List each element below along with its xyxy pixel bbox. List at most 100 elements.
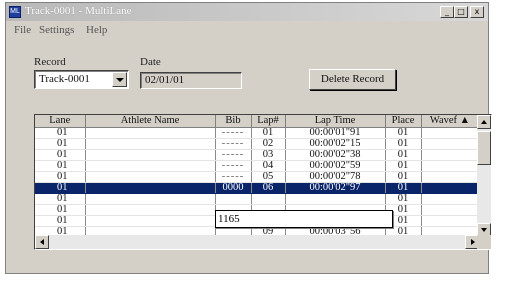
vertical-scroll-thumb[interactable] — [477, 131, 491, 165]
table-row[interactable]: 01 ----- 04 00:00'02"59 01 — [35, 160, 480, 172]
horizontal-scrollbar[interactable] — [35, 235, 479, 249]
results-grid[interactable]: Lane Athlete Name Bib Lap# Lap Time Plac… — [34, 114, 492, 250]
cell-lap-time[interactable] — [285, 193, 386, 205]
cell-wavef[interactable] — [421, 160, 480, 172]
cell-wavef[interactable] — [421, 182, 480, 194]
column-header-wavef[interactable]: Wavef ▲ — [421, 115, 480, 128]
cell-athlete-name[interactable] — [85, 160, 216, 172]
table-row[interactable]: 01 ----- 02 00:00'02"15 01 — [35, 138, 480, 150]
column-header-place[interactable]: Place — [385, 115, 422, 128]
cell-bib[interactable]: ----- — [215, 160, 252, 172]
cell-athlete-name[interactable] — [85, 149, 216, 161]
title-bar[interactable]: ML Track-0001 - MultiLane _ □ x — [6, 3, 488, 21]
arrow-left-icon — [40, 239, 44, 245]
maximize-button[interactable]: □ — [454, 6, 468, 18]
table-row[interactable]: 01 ----- 03 00:00'02"38 01 — [35, 149, 480, 161]
cell-wavef[interactable] — [421, 138, 480, 150]
record-select[interactable]: Track-0001 — [34, 70, 129, 89]
cell-lap[interactable]: 02 — [251, 138, 286, 150]
column-header-bib[interactable]: Bib — [215, 115, 252, 128]
column-header-lap[interactable]: Lap# — [251, 115, 286, 128]
cell-lap[interactable]: 03 — [251, 149, 286, 161]
cell-editor-input[interactable]: 1165 — [215, 210, 393, 228]
cell-lap[interactable]: 04 — [251, 160, 286, 172]
record-dropdown-button[interactable] — [112, 72, 127, 87]
cell-wavef[interactable] — [421, 171, 480, 183]
vertical-scrollbar[interactable] — [477, 115, 491, 237]
cell-place[interactable]: 01 — [385, 138, 422, 150]
cell-editor-value: 1165 — [218, 213, 240, 225]
cell-lap[interactable] — [251, 193, 286, 205]
cell-bib[interactable]: ----- — [215, 127, 252, 139]
cell-lap[interactable]: 01 — [251, 127, 286, 139]
cell-athlete-name[interactable] — [85, 127, 216, 139]
menu-help[interactable]: Help — [86, 24, 107, 36]
cell-lap[interactable]: 06 — [251, 182, 286, 194]
cell-bib[interactable]: ----- — [215, 171, 252, 183]
arrow-down-icon — [481, 228, 487, 232]
cell-place[interactable]: 01 — [385, 149, 422, 161]
cell-lap-time[interactable]: 00:00'02"78 — [285, 171, 386, 183]
column-header-lane[interactable]: Lane — [35, 115, 86, 128]
cell-athlete-name[interactable] — [85, 215, 216, 227]
cell-bib[interactable] — [215, 193, 252, 205]
close-button[interactable]: x — [470, 6, 484, 18]
grid-header-row: Lane Athlete Name Bib Lap# Lap Time Plac… — [35, 115, 480, 128]
cell-bib[interactable]: 0000 — [215, 182, 252, 194]
cell-wavef[interactable] — [421, 215, 480, 227]
cell-athlete-name[interactable] — [85, 204, 216, 216]
cell-place[interactable]: 01 — [385, 127, 422, 139]
table-row[interactable]: 01 0000 06 00:00'02"97 01 — [35, 182, 480, 194]
cell-lane[interactable]: 01 — [35, 193, 86, 205]
cell-wavef[interactable] — [421, 127, 480, 139]
cell-athlete-name[interactable] — [85, 138, 216, 150]
menu-file[interactable]: File — [14, 24, 31, 36]
minimize-button[interactable]: _ — [440, 6, 454, 18]
cell-wavef[interactable] — [421, 204, 480, 216]
arrow-up-icon — [481, 120, 487, 124]
cell-lap-time[interactable]: 00:00'01"91 — [285, 127, 386, 139]
cell-bib[interactable]: ----- — [215, 138, 252, 150]
cell-athlete-name[interactable] — [85, 193, 216, 205]
cell-lane[interactable]: 01 — [35, 138, 86, 150]
cell-lap-time[interactable]: 00:00'02"15 — [285, 138, 386, 150]
cell-lap[interactable]: 05 — [251, 171, 286, 183]
cell-athlete-name[interactable] — [85, 182, 216, 194]
scrollbar-corner — [477, 235, 491, 249]
arrow-right-icon — [471, 239, 475, 245]
table-row[interactable]: 01 ----- 05 00:00'02"78 01 — [35, 171, 480, 183]
cell-lane[interactable]: 01 — [35, 182, 86, 194]
table-row[interactable]: 01 01 — [35, 193, 480, 205]
table-row[interactable]: 01 ----- 01 00:00'01"91 01 — [35, 127, 480, 139]
cell-lane[interactable]: 01 — [35, 215, 86, 227]
app-icon[interactable]: ML — [9, 6, 21, 18]
cell-wavef[interactable] — [421, 193, 480, 205]
cell-lane[interactable]: 01 — [35, 160, 86, 172]
menu-bar: File Settings Help — [6, 22, 488, 38]
cell-lane[interactable]: 01 — [35, 149, 86, 161]
menu-settings[interactable]: Settings — [39, 24, 74, 36]
sort-ascending-icon: ▲ — [459, 115, 471, 127]
cell-wavef[interactable] — [421, 149, 480, 161]
cell-lane[interactable]: 01 — [35, 127, 86, 139]
cell-place[interactable]: 01 — [385, 160, 422, 172]
cell-athlete-name[interactable] — [85, 171, 216, 183]
cell-lap-time[interactable]: 00:00'02"59 — [285, 160, 386, 172]
date-field: 02/01/01 — [140, 72, 242, 89]
cell-place[interactable]: 01 — [385, 193, 422, 205]
grid-body: 01 ----- 01 00:00'01"91 01 01 ----- 02 00:00'02"… — [35, 127, 480, 249]
app-window: ML Track-0001 - MultiLane _ □ x File Set… — [5, 2, 492, 274]
cell-lane[interactable]: 01 — [35, 204, 86, 216]
cell-lap-time[interactable]: 00:00'02"97 — [285, 182, 386, 194]
scroll-left-button[interactable] — [35, 235, 49, 249]
scroll-up-button[interactable] — [477, 115, 491, 129]
cell-place[interactable]: 01 — [385, 171, 422, 183]
delete-record-button[interactable]: Delete Record — [309, 69, 396, 90]
column-header-athlete-name[interactable]: Athlete Name — [85, 115, 216, 128]
cell-lane[interactable]: 01 — [35, 171, 86, 183]
window-title: Track-0001 - MultiLane — [25, 5, 132, 17]
column-header-lap-time[interactable]: Lap Time — [285, 115, 386, 128]
cell-lap-time[interactable]: 00:00'02"38 — [285, 149, 386, 161]
cell-place[interactable]: 01 — [385, 182, 422, 194]
cell-bib[interactable]: ----- — [215, 149, 252, 161]
